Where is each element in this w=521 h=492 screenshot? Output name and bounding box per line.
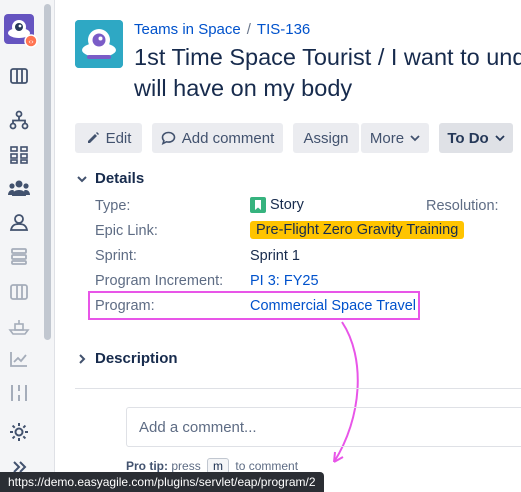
status-button-label: To Do: [447, 129, 489, 147]
chart-icon[interactable]: [7, 347, 31, 371]
program-label: Program:: [95, 298, 155, 314]
columns-icon[interactable]: [7, 280, 31, 304]
type-label: Type:: [95, 198, 131, 214]
board-icon[interactable]: [7, 64, 31, 88]
pro-tip-text-2: to comment: [235, 459, 299, 473]
more-button[interactable]: More: [361, 123, 429, 153]
add-comment-button[interactable]: Add comment: [152, 123, 283, 153]
program-increment-label: Program Increment:: [95, 273, 224, 289]
sidebar-scrollbar[interactable]: [44, 4, 51, 340]
sprint-value: Sprint 1: [250, 248, 300, 264]
project-avatar[interactable]: [75, 20, 123, 68]
hierarchy-icon[interactable]: [7, 108, 31, 132]
issue-title[interactable]: 1st Time Space Tourist / I want to unde …: [134, 42, 521, 104]
breadcrumb-separator: /: [246, 21, 251, 38]
settings-icon[interactable]: [7, 420, 31, 444]
add-comment-button-label: Add comment: [181, 129, 275, 147]
team-icon[interactable]: [7, 176, 31, 200]
assign-button-label: Assign: [303, 129, 349, 147]
issue-title-line-1: 1st Time Space Tourist / I want to unde: [134, 44, 521, 70]
pencil-icon: [87, 132, 99, 143]
project-logo-icon[interactable]: ‹›: [4, 14, 38, 48]
edit-button[interactable]: Edit: [75, 123, 142, 153]
apps-icon[interactable]: [7, 143, 31, 167]
details-section-toggle[interactable]: Details: [75, 170, 144, 187]
section-divider: [75, 388, 521, 389]
breadcrumb-issue-key-link[interactable]: TIS-136: [257, 21, 310, 38]
chevron-down-icon: [495, 135, 505, 142]
add-comment-placeholder: Add a comment...: [139, 419, 257, 436]
breadcrumb: Teams in Space / TIS-136: [134, 21, 310, 38]
left-sidebar: ‹›: [0, 0, 55, 492]
epic-link-lozenge[interactable]: Pre-Flight Zero Gravity Training: [250, 221, 465, 239]
chevron-down-icon: [77, 175, 87, 182]
pro-tip-label: Pro tip:: [126, 459, 168, 473]
comment-icon: [161, 131, 176, 145]
pro-tip-text-1: press: [171, 459, 201, 473]
annotation-arrow: [333, 321, 359, 463]
details-heading: Details: [95, 170, 145, 187]
epic-link-label: Epic Link:: [95, 223, 158, 239]
chevron-down-icon: [410, 135, 420, 142]
status-button[interactable]: To Do: [439, 123, 513, 153]
story-icon: [250, 197, 266, 213]
program-increment-link[interactable]: PI 3: FY25: [250, 273, 319, 289]
program-link[interactable]: Commercial Space Travel: [250, 298, 416, 314]
type-value-text: Story: [270, 197, 304, 213]
stack-icon[interactable]: [7, 244, 31, 268]
description-section-toggle[interactable]: Description: [75, 350, 178, 367]
svg-text:‹›: ‹›: [28, 38, 34, 46]
assign-button[interactable]: Assign: [293, 123, 359, 153]
type-value: Story: [250, 197, 304, 213]
resolution-label: Resolution:: [426, 198, 499, 214]
ship-icon[interactable]: [7, 315, 31, 339]
breadcrumb-project-link[interactable]: Teams in Space: [134, 21, 241, 38]
description-heading: Description: [95, 350, 178, 367]
browser-status-url: https://demo.easyagile.com/plugins/servl…: [0, 472, 324, 492]
add-comment-input[interactable]: Add a comment...: [126, 407, 521, 447]
sprint-label: Sprint:: [95, 248, 137, 264]
split-icon[interactable]: [7, 381, 31, 405]
issue-title-line-2: will have on my body: [134, 75, 353, 101]
edit-button-label: Edit: [105, 129, 132, 147]
person-icon[interactable]: [7, 210, 31, 234]
chevron-right-icon: [79, 353, 86, 364]
more-button-label: More: [369, 129, 405, 147]
